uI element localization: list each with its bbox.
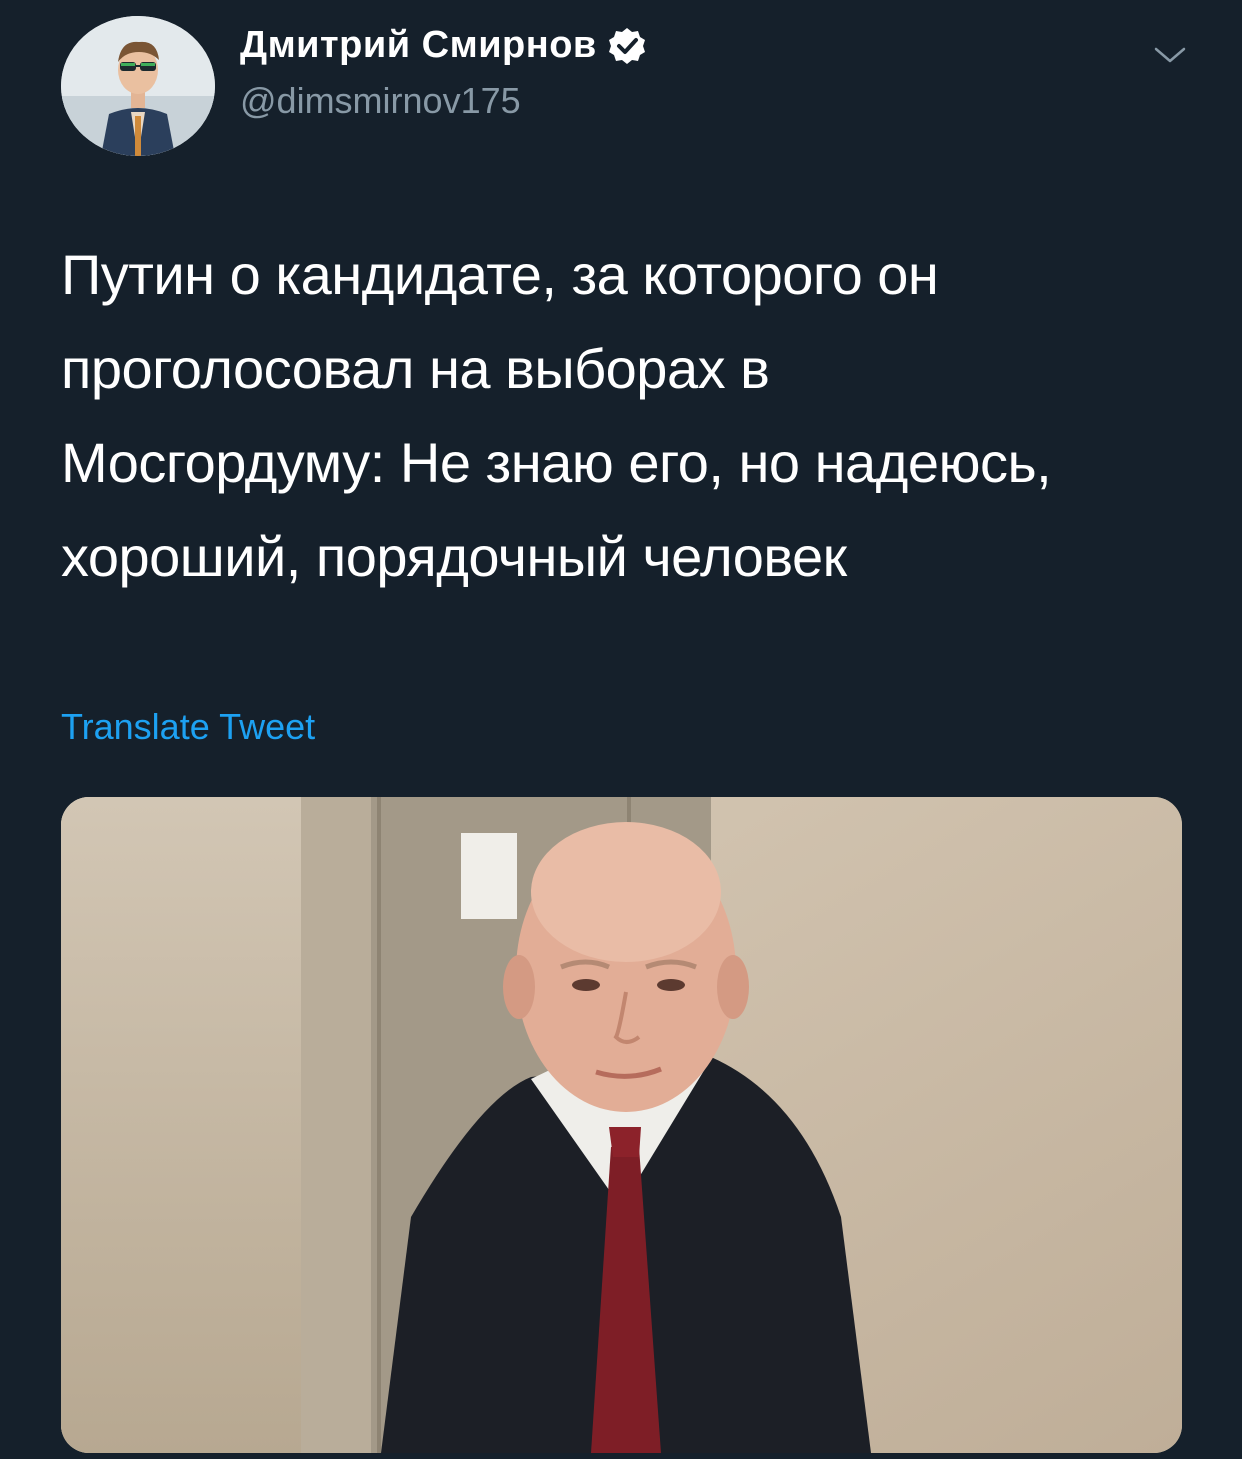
translate-tweet-link[interactable]: Translate Tweet (61, 706, 315, 748)
author-handle[interactable]: @dimsmirnov175 (240, 80, 521, 122)
tweet-text: Путин о кандидате, за которого он прогол… (61, 243, 1052, 588)
chevron-down-icon[interactable] (1150, 40, 1190, 70)
author-name-row[interactable]: Дмитрий Смирнов (240, 24, 647, 67)
tweet-detail: Дмитрий Смирнов @dimsmirnov175 Путин о к… (0, 0, 1242, 1459)
author-display-name[interactable]: Дмитрий Смирнов (240, 24, 597, 67)
avatar[interactable] (61, 16, 215, 156)
tweet-media-photo[interactable] (61, 797, 1182, 1453)
verified-badge-icon (608, 27, 645, 64)
avatar-photo-icon (61, 16, 215, 156)
media-photo-image (61, 797, 1182, 1453)
